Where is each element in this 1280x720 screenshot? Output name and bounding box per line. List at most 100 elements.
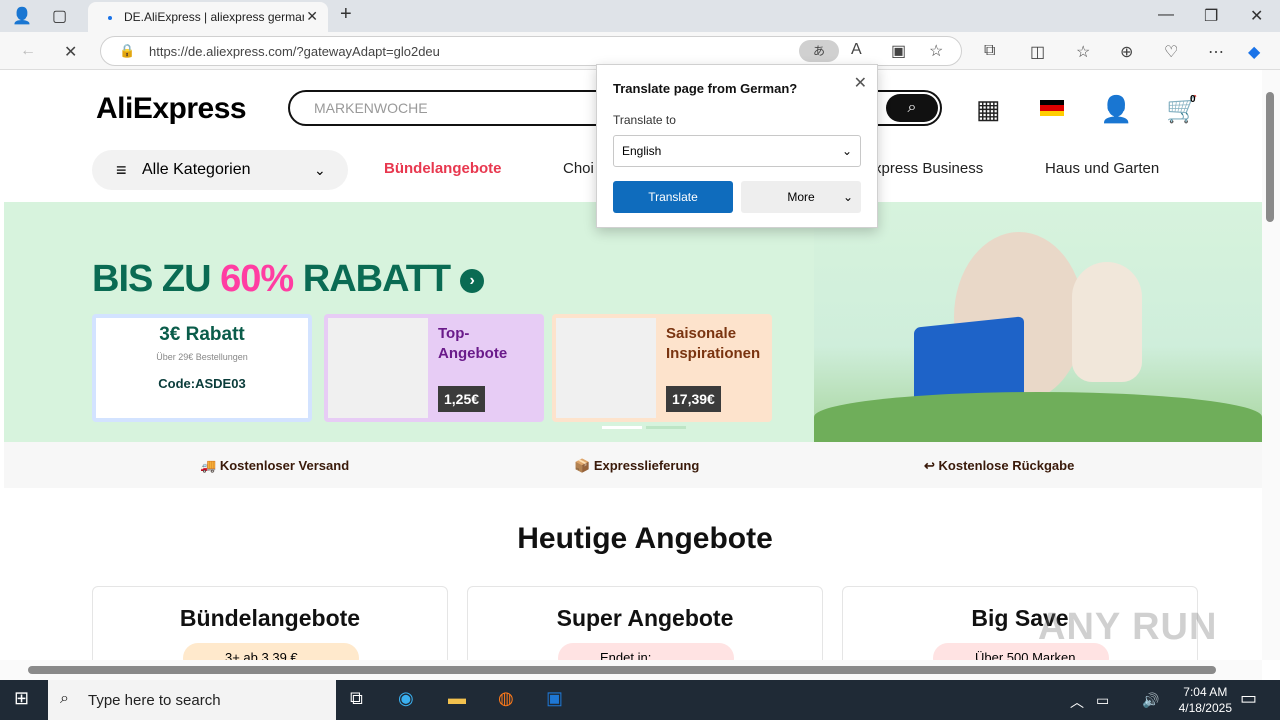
browser-titlebar: 👤 ▢ DE.AliExpress | aliexpress german ✕ … <box>0 0 1280 32</box>
clock-date: 4/18/2025 <box>1178 701 1232 715</box>
lock-icon[interactable]: 🔒 <box>119 43 135 59</box>
feature-label: Kostenloser Versand <box>219 458 350 473</box>
free-shipping[interactable]: 🚚 Kostenloser Versand <box>200 458 349 474</box>
section-title: Heutige Angebote <box>517 522 773 555</box>
task-view-icon[interactable]: ⧉ <box>350 688 363 709</box>
headline-part: RABATT <box>293 258 451 300</box>
nav-link-home-garden[interactable]: Haus und Garten <box>1045 160 1159 177</box>
headline-percent: 60% <box>220 258 294 300</box>
back-icon[interactable]: ← <box>20 42 36 60</box>
product-image <box>556 318 656 418</box>
more-label: More <box>787 190 815 204</box>
product-label: Saisonale Inspirationen <box>666 325 761 362</box>
nav-link-choice[interactable]: Choi <box>563 160 594 177</box>
extensions-icon[interactable]: ⧉ <box>984 42 995 60</box>
german-flag-icon[interactable] <box>1040 100 1064 116</box>
collections-icon[interactable]: ⊕ <box>1120 42 1133 62</box>
horizontal-scrollbar[interactable] <box>0 660 1262 680</box>
url-text[interactable]: https://de.aliexpress.com/?gatewayAdapt=… <box>149 44 440 59</box>
translate-to-label: Translate to <box>613 113 676 127</box>
read-aloud-icon[interactable]: A <box>851 41 862 59</box>
cart-count: 0 <box>1190 94 1196 105</box>
deal-pill[interactable]: 3+ ab 3,39 € <box>183 643 359 660</box>
network-icon[interactable]: ▭ <box>1096 692 1109 709</box>
feature-label: Kostenlose Rückgabe <box>938 458 1075 473</box>
volume-icon[interactable]: 🔊 <box>1142 692 1159 709</box>
return-icon: ↩ <box>924 458 939 473</box>
chevron-down-icon: ⌄ <box>842 190 853 204</box>
deal-pill[interactable]: Endet in: <box>558 643 734 660</box>
deal-title: Bündelangebote <box>179 605 361 631</box>
coupon-minimum: Über 29€ Bestellungen <box>156 352 248 362</box>
truck-icon: 🚚 <box>200 458 220 473</box>
split-screen-icon[interactable]: ◫ <box>1030 42 1045 62</box>
address-bar[interactable]: 🔒 https://de.aliexpress.com/?gatewayAdap… <box>100 36 962 66</box>
browser-tab-active[interactable]: DE.AliExpress | aliexpress german ✕ <box>88 2 328 32</box>
nav-link-bundles[interactable]: Bündelangebote <box>384 160 502 177</box>
minimize-icon[interactable]: — <box>1158 6 1174 24</box>
profile-icon[interactable]: 👤 <box>12 6 32 26</box>
new-tab-button[interactable]: + <box>340 3 352 26</box>
translate-question: Translate page from German? <box>613 81 798 96</box>
outlook-icon[interactable]: ▣ <box>546 688 563 709</box>
scroll-thumb[interactable] <box>1266 92 1274 222</box>
vertical-scrollbar[interactable] <box>1262 70 1280 660</box>
anyrun-watermark: ANY RUN <box>1038 606 1218 648</box>
maximize-icon[interactable]: ❐ <box>1204 6 1218 26</box>
close-window-icon[interactable]: ✕ <box>1250 6 1263 26</box>
bunny-shape <box>1072 262 1142 382</box>
edge-icon[interactable]: ◉ <box>398 688 414 709</box>
stop-loading-icon[interactable]: ✕ <box>64 42 77 62</box>
translate-button[interactable]: Translate <box>613 181 733 213</box>
free-returns[interactable]: ↩ Kostenlose Rückgabe <box>924 458 1074 474</box>
easter-bunny-illustration <box>814 202 1262 442</box>
arrow-right-icon[interactable]: › <box>459 268 484 293</box>
windows-start-icon[interactable]: ⊞ <box>14 688 29 709</box>
tab-actions-icon[interactable]: ▢ <box>52 6 67 26</box>
favorite-star-icon[interactable]: ☆ <box>929 41 943 61</box>
promo-banner[interactable]: BIS ZU 60% RABATT › 3€ Rabatt Über 29€ B… <box>4 202 1262 442</box>
file-explorer-icon[interactable]: ▬ <box>448 688 466 709</box>
headline-part: BIS ZU <box>92 258 221 300</box>
taskbar-search-input[interactable]: Type here to search <box>88 692 221 709</box>
carousel-dots[interactable] <box>602 426 692 429</box>
browser-essentials-icon[interactable]: ♡ <box>1164 42 1178 62</box>
search-input[interactable]: MARKENWOCHE <box>314 100 428 116</box>
nav-link-business[interactable]: xpress Business <box>874 160 983 177</box>
favorites-icon[interactable]: ☆ <box>1076 42 1090 62</box>
search-icon: ⌕ <box>60 690 69 707</box>
deal-card-bundles[interactable]: Bündelangebote 3+ ab 3,39 € <box>92 586 448 660</box>
chevron-up-icon[interactable]: ︿ <box>1070 692 1084 712</box>
product-card-seasonal[interactable]: Saisonale Inspirationen 17,39€ <box>552 314 772 422</box>
product-price: 1,25€ <box>438 386 486 412</box>
all-categories-button[interactable]: ≡ Alle Kategorien ⌄ <box>92 150 348 190</box>
settings-more-icon[interactable]: ⋯ <box>1208 42 1224 62</box>
taskbar-search[interactable]: ⌕ Type here to search <box>48 680 336 720</box>
account-icon[interactable]: 👤 <box>1100 94 1132 125</box>
close-tab-icon[interactable]: ✕ <box>306 8 318 25</box>
deal-card-super[interactable]: Super Angebote Endet in: <box>467 586 823 660</box>
translate-icon[interactable]: あ <box>799 40 839 62</box>
close-icon[interactable]: ✕ <box>854 73 867 93</box>
firefox-icon[interactable]: ◍ <box>498 688 514 709</box>
grass-shape <box>814 392 1262 442</box>
language-selected: English <box>622 144 662 158</box>
search-button[interactable]: ⌕ <box>886 94 938 122</box>
copilot-icon[interactable]: ◆ <box>1248 42 1260 62</box>
more-button[interactable]: More ⌄ <box>741 181 861 213</box>
aliexpress-logo[interactable]: AliExpress <box>96 92 247 126</box>
coupon-card[interactable]: 3€ Rabatt Über 29€ Bestellungen Code:ASD… <box>92 314 312 422</box>
chevron-down-icon: ⌄ <box>314 162 326 178</box>
express-delivery[interactable]: 📦 Expresslieferung <box>574 458 699 474</box>
notifications-icon[interactable]: ▭ <box>1240 688 1257 709</box>
product-card-top-deals[interactable]: Top-Angebote 1,25€ <box>324 314 544 422</box>
taskbar-clock[interactable]: 7:04 AM 4/18/2025 <box>1179 684 1232 716</box>
qr-code-icon[interactable]: ▦ <box>976 94 1001 125</box>
features-bar: 🚚 Kostenloser Versand 📦 Expresslieferung… <box>4 442 1262 488</box>
menu-icon: ≡ <box>116 160 127 180</box>
language-select[interactable]: English ⌄ <box>613 135 861 167</box>
immersive-reader-icon[interactable]: ▣ <box>891 41 906 61</box>
scroll-thumb[interactable] <box>28 666 1216 674</box>
product-image <box>328 318 428 418</box>
banner-headline[interactable]: BIS ZU 60% RABATT › <box>92 258 484 301</box>
